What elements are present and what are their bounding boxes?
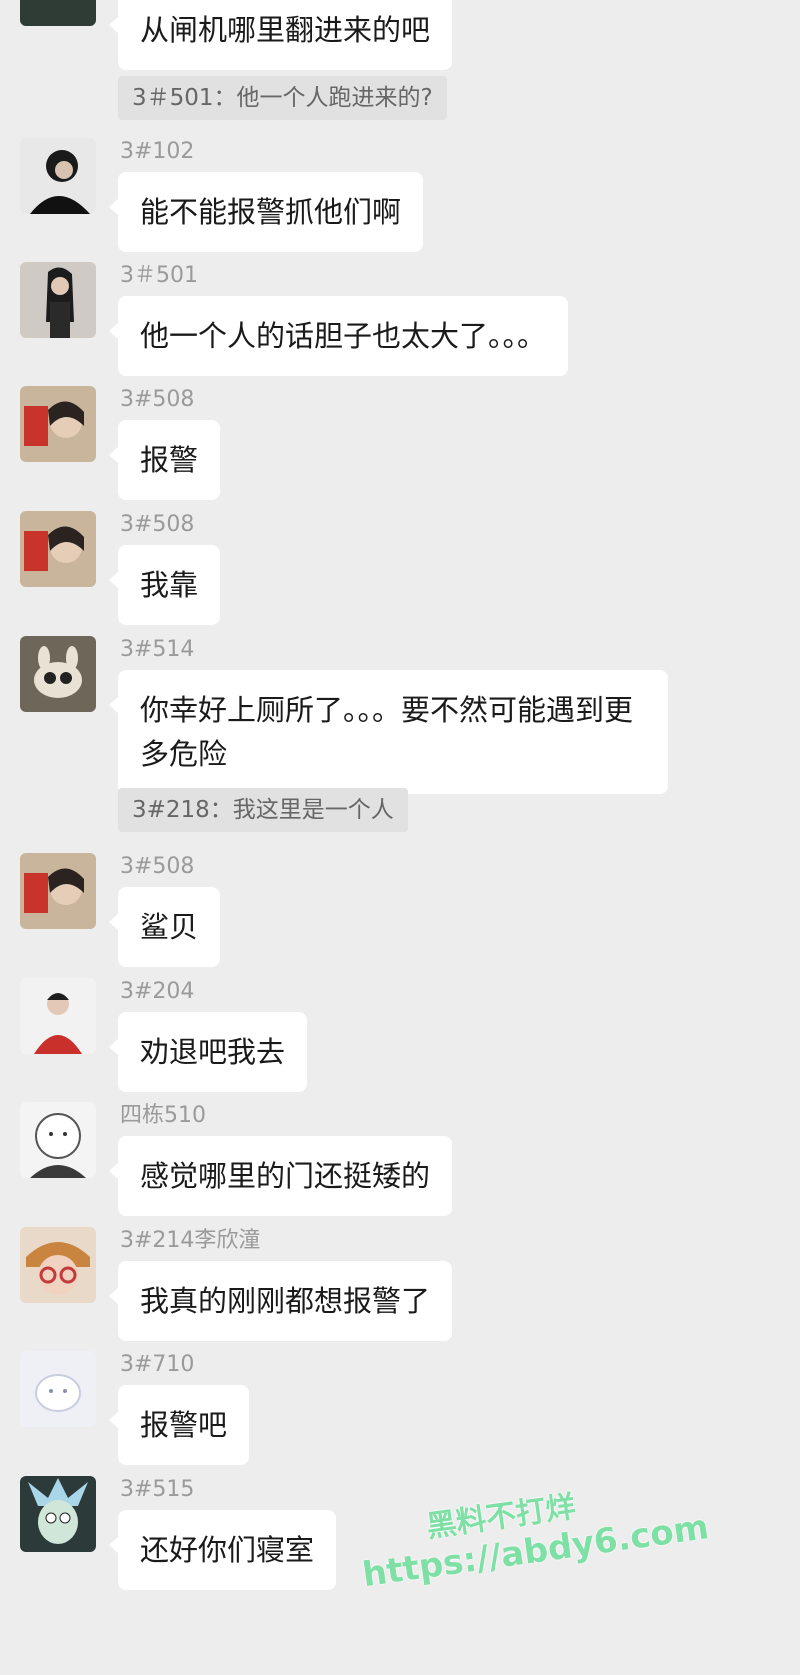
avatar[interactable]: [20, 0, 96, 26]
sender-name: 3#204: [120, 979, 195, 1004]
sender-name: 3#508: [120, 854, 195, 879]
sender-name: 3＃501: [120, 263, 198, 288]
avatar[interactable]: [20, 1476, 96, 1552]
avatar[interactable]: [20, 978, 96, 1054]
message-bubble[interactable]: 报警吧: [108, 1385, 250, 1465]
avatar[interactable]: [20, 1227, 96, 1303]
avatar[interactable]: [20, 1351, 96, 1427]
message-bubble[interactable]: 劝退吧我去: [108, 1012, 308, 1092]
sender-name: 3#214李欣潼: [120, 1228, 261, 1253]
message-bubble[interactable]: 报警: [108, 420, 221, 500]
avatar[interactable]: [20, 636, 96, 712]
quoted-reply[interactable]: 3＃501：他一个人跑进来的?: [118, 76, 447, 120]
avatar[interactable]: [20, 853, 96, 929]
sender-name: 3#508: [120, 387, 195, 412]
message-bubble[interactable]: 鲨贝: [108, 887, 221, 967]
message-bubble[interactable]: 他一个人的话胆子也太大了。。。: [108, 296, 569, 376]
message-bubble[interactable]: 从闸机哪里翻进来的吧: [108, 0, 453, 70]
sender-name: 3#514: [120, 637, 195, 662]
message-bubble[interactable]: 能不能报警抓他们啊: [108, 172, 424, 252]
watermark: 黑料不打烊 https://abdy6.com: [355, 1471, 711, 1595]
sender-name: 3#515: [120, 1477, 195, 1502]
sender-name: 3#710: [120, 1352, 195, 1377]
sender-name: 3#508: [120, 512, 195, 537]
avatar[interactable]: [20, 511, 96, 587]
avatar[interactable]: [20, 138, 96, 214]
sender-name: 四栋510: [120, 1103, 206, 1128]
message-bubble[interactable]: 还好你们寝室: [108, 1510, 337, 1590]
quoted-reply[interactable]: 3#218：我这里是一个人: [118, 788, 408, 832]
message-bubble[interactable]: 你幸好上厕所了。。。要不然可能遇到更多危险: [109, 670, 668, 794]
avatar[interactable]: [20, 386, 96, 462]
message-bubble[interactable]: 我靠: [108, 545, 221, 625]
avatar[interactable]: [20, 262, 96, 338]
sender-name: 3#102: [120, 139, 195, 164]
message-bubble[interactable]: 我真的刚刚都想报警了: [108, 1261, 453, 1341]
message-bubble[interactable]: 感觉哪里的门还挺矮的: [108, 1136, 453, 1216]
avatar[interactable]: [20, 1102, 96, 1178]
